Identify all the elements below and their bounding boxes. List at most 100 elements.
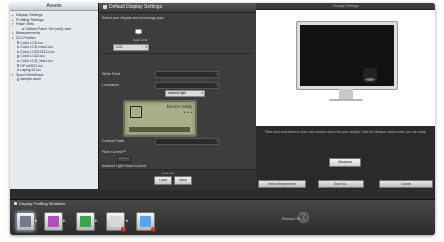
chevron-down-icon: ▾ (201, 91, 203, 95)
app-window: Assets ▸ Display Settings ▸ Profiling Setti… (10, 3, 435, 235)
step-patch-set[interactable] (76, 212, 95, 231)
new-item-label: New Item (162, 171, 175, 175)
luminance-select[interactable]: ▾ (155, 82, 219, 89)
contrast-label: Contrast Ratio (102, 139, 125, 143)
arrow-right-icon: ▸ (63, 218, 66, 224)
measure-button[interactable]: Measure (329, 158, 361, 167)
step-profile[interactable]: ! (136, 212, 156, 232)
monitor-screen (300, 25, 394, 86)
tree-item-label: Color LCD_test1.icc (20, 58, 53, 63)
toggle-switch-icon (301, 217, 307, 221)
lcd-bar (129, 127, 190, 132)
preview-toggle[interactable]: Preview Off (282, 217, 307, 221)
tree-item-label: Default Patch Set (mid).dset (25, 26, 72, 31)
cancel-button[interactable]: Cancel (379, 180, 433, 188)
workflow-icon (14, 202, 17, 205)
arrow-right-icon: ▸ (126, 218, 129, 224)
display-name: Color LCD (133, 38, 148, 42)
tree-item[interactable]: sample.dwsf (11, 77, 98, 82)
tree-item-label: Patch Sets (16, 22, 34, 27)
tree-item-label: Measurements (16, 31, 41, 36)
luminance-label: Luminance (102, 83, 120, 87)
instrument-lcd: Device ready ■ ■ ■ (123, 100, 197, 137)
settings-title: Default Display Settings (109, 4, 163, 10)
white-point-label: White Point (102, 72, 120, 76)
file-icon (17, 64, 20, 67)
tree-item-label: Profiling Settings (16, 17, 44, 22)
arrow-right-icon: ▸ (95, 218, 98, 224)
file-icon (17, 45, 20, 49)
technology-select[interactable]: LCD ▾ (113, 44, 149, 51)
settings-panel: Default Display Settings Select your dis… (98, 3, 256, 190)
workflow-strip: Display Profiling Workflow ▸ ▸ ▸ ! ▸ ! ?… (10, 199, 435, 235)
tree-item-label: sample.dwsf (20, 77, 41, 82)
tree-item-label: HP w2022.icc (20, 63, 43, 68)
technology-value: LCD (116, 45, 123, 49)
tree-item-label: Laptop11.icc (20, 68, 41, 73)
technology-label: Select your display and technology type (102, 16, 164, 20)
chevron-down-icon: ▾ (215, 83, 217, 87)
settings-footer: New Item Load Save (99, 169, 256, 190)
tree-item-label: Display Settings (16, 13, 43, 17)
settings-header: Default Display Settings (99, 3, 256, 13)
step-icon (140, 216, 151, 227)
file-icon (17, 41, 20, 44)
warning-icon: ! (151, 227, 156, 232)
workflow-title: Display Profiling Workflow (14, 201, 65, 206)
save-as-button[interactable]: Save As... (318, 180, 364, 188)
workflow-title-text: Display Profiling Workflow (19, 201, 66, 206)
instructions-text: Place your instrument on your work surfa… (264, 130, 427, 134)
white-point-select[interactable]: ▾ (155, 71, 219, 78)
instrument-puck-icon (363, 68, 377, 83)
tree-item-label: Color LCD.icc (20, 40, 43, 45)
file-icon (17, 68, 20, 72)
tree-item-label: Color LCD mac2.icc (20, 45, 53, 50)
arrow-right-icon: ▸ (35, 218, 38, 224)
step-icon (110, 216, 121, 227)
tree-item-label: Color LCD2.icc (20, 54, 45, 59)
assets-tree: ▸ Display Settings ▸ Profiling Settings ▾ Pat… (10, 11, 98, 82)
flare-correct-toggle[interactable] (117, 156, 131, 163)
ambient-value: ambient light (168, 91, 187, 95)
ambient-light-select[interactable]: ambient light ▾ (165, 90, 205, 97)
step-display-settings[interactable] (16, 212, 35, 231)
preview-toggle-label: Preview Off (282, 217, 300, 221)
save-button[interactable]: Save (174, 176, 192, 185)
file-icon (17, 59, 20, 63)
chevron-down-icon: ▾ (145, 45, 147, 49)
step-measure[interactable]: ! (106, 212, 126, 232)
assets-sidebar: Assets ▸ Display Settings ▸ Profiling Setti… (10, 3, 98, 189)
divider (102, 53, 252, 54)
preview-image (256, 10, 435, 126)
file-icon (17, 55, 20, 58)
chevron-down-icon: ▾ (215, 139, 217, 143)
step-icon (80, 216, 91, 227)
instrument-icon (130, 106, 142, 118)
settings-icon (103, 4, 107, 9)
keep-measurement-button[interactable]: Keep Measurement (258, 180, 306, 188)
step-profiling-settings[interactable] (44, 212, 63, 231)
lcd-indicators: ■ ■ ■ (183, 111, 192, 114)
sidebar-title: Assets (10, 3, 98, 11)
monitor-illustration (296, 21, 398, 90)
ambient-smart-label: Ambient Light Smart Control (102, 164, 146, 168)
load-button[interactable]: Load (154, 176, 172, 185)
step-icon (20, 216, 31, 227)
file-icon (17, 78, 20, 81)
file-icon (17, 50, 20, 53)
monitor-base (329, 99, 363, 101)
file-icon (22, 27, 25, 30)
tree-item-label: ICC Profiles (16, 35, 36, 40)
flare-correct-label: Flare Correct™ (102, 150, 126, 154)
lcd-status: Device ready (166, 104, 192, 109)
display-icon[interactable] (135, 29, 142, 35)
tree-item-label: Color LCD011311.icc (20, 49, 55, 54)
preview-title: Display Settings (256, 3, 435, 10)
display-preview-panel: Display Settings Place your instrument o… (256, 3, 435, 189)
monitor-stand (339, 89, 353, 99)
contrast-select[interactable]: ▾ (155, 138, 219, 145)
chevron-down-icon: ▾ (215, 72, 217, 76)
preview-button-bar: Keep Measurement Save As... Cancel (256, 178, 435, 189)
tree-item-label: Spool Workflows (16, 72, 44, 77)
step-icon (48, 216, 59, 227)
